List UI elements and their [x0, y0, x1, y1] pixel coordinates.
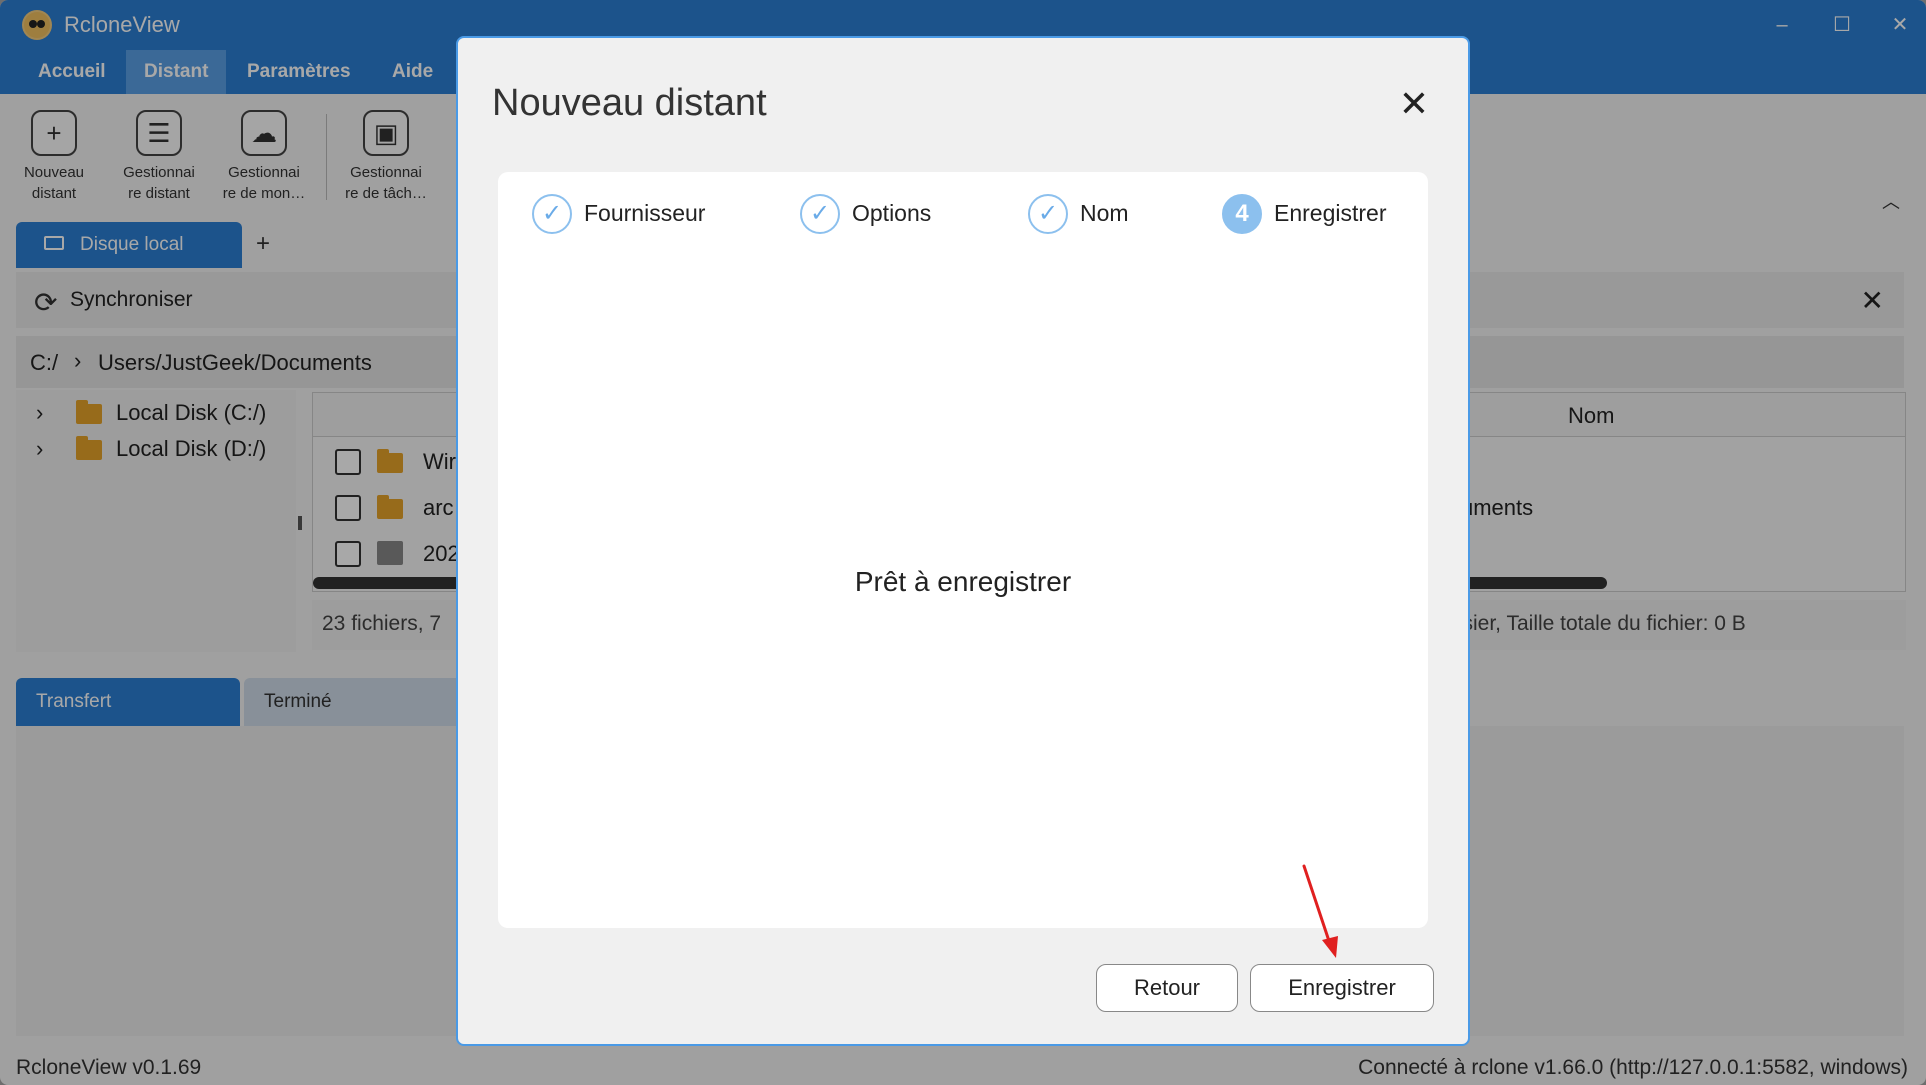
check-icon: ✓: [1028, 194, 1068, 234]
dialog-content-card: ✓ Fournisseur ✓ Options ✓ Nom 4 Enregist…: [498, 172, 1428, 928]
check-icon: ✓: [532, 194, 572, 234]
close-icon[interactable]: ✕: [1394, 84, 1434, 124]
step-number-badge: 4: [1222, 194, 1262, 234]
check-icon: ✓: [800, 194, 840, 234]
back-button[interactable]: Retour: [1096, 964, 1238, 1012]
annotation-arrow-icon: [1302, 864, 1338, 958]
dialog-title: Nouveau distant: [492, 82, 767, 124]
save-button[interactable]: Enregistrer: [1250, 964, 1434, 1012]
ready-message: Prêt à enregistrer: [854, 566, 1072, 597]
